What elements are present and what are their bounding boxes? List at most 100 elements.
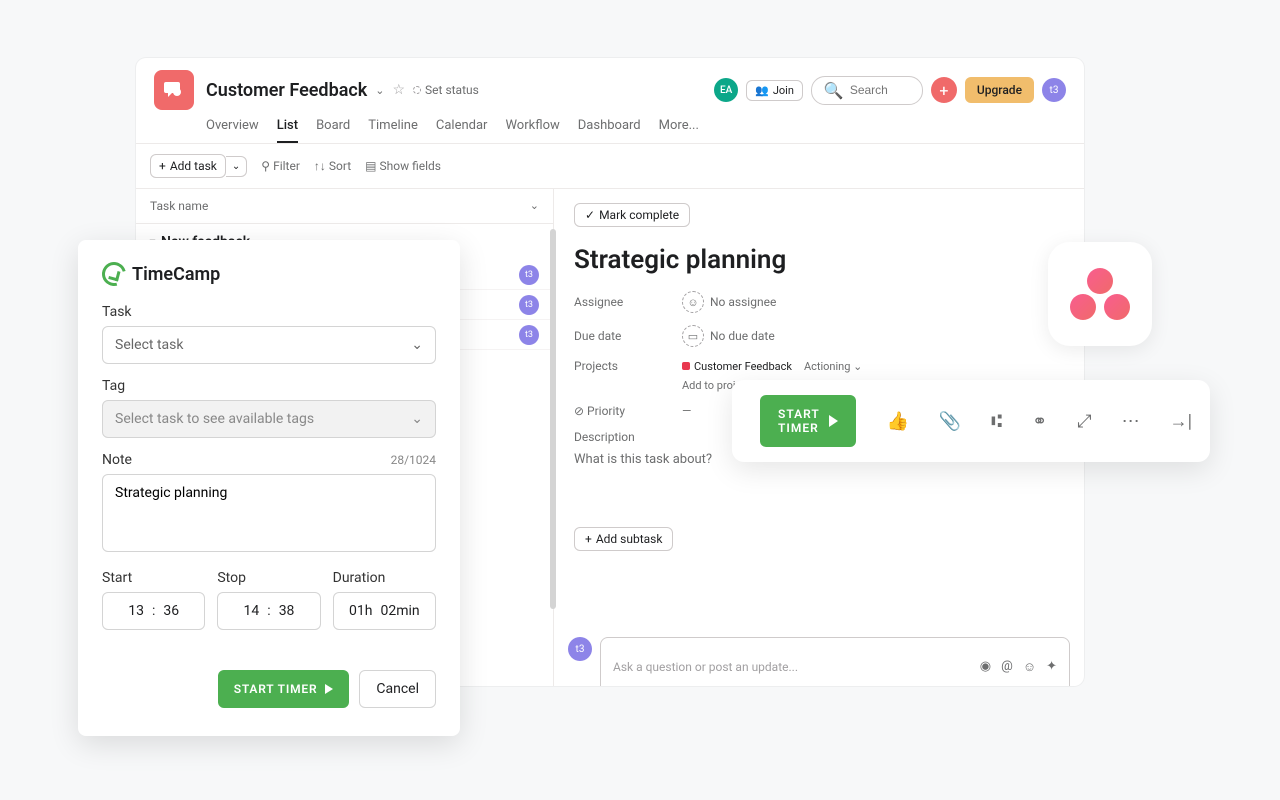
start-timer-button[interactable]: START TIMER xyxy=(760,395,856,447)
projects-label: Projects xyxy=(574,359,682,373)
add-task-chevron[interactable]: ⌄ xyxy=(226,156,247,177)
tab-board[interactable]: Board xyxy=(316,118,350,143)
project-section-select[interactable]: Actioning ⌄ xyxy=(804,360,862,373)
assignee-avatar: t3 xyxy=(519,295,539,315)
assignee-value[interactable]: ☺No assignee xyxy=(682,291,776,313)
priority-label-text: Priority xyxy=(587,404,625,418)
fullscreen-icon[interactable]: ⤢ xyxy=(1077,411,1091,432)
set-status-button[interactable]: Set status xyxy=(413,83,479,97)
popup-start-timer-button[interactable]: START TIMER xyxy=(218,670,350,708)
project-chip[interactable]: Customer Feedback xyxy=(682,360,792,373)
timecamp-logo-text: TimeCamp xyxy=(132,264,220,285)
avatar-self[interactable]: t3 xyxy=(1042,78,1066,102)
tab-workflow[interactable]: Workflow xyxy=(505,118,559,143)
assignee-avatar: t3 xyxy=(519,265,539,285)
upgrade-button[interactable]: Upgrade xyxy=(965,77,1034,103)
tab-overview[interactable]: Overview xyxy=(206,118,259,143)
star-icon[interactable]: ☆ xyxy=(392,82,405,98)
show-fields-button[interactable]: ▤ Show fields xyxy=(365,159,441,173)
stop-hour: 14 xyxy=(244,603,260,619)
project-icon xyxy=(154,70,194,110)
chevron-down-icon[interactable]: ⌄ xyxy=(375,84,384,97)
attachment-icon[interactable]: 📎 xyxy=(939,411,961,432)
timecamp-logo: TimeCamp xyxy=(102,262,436,286)
close-panel-icon[interactable]: →| xyxy=(1170,411,1192,432)
task-field-label: Task xyxy=(102,304,436,320)
tab-calendar[interactable]: Calendar xyxy=(436,118,488,143)
project-chip-label: Customer Feedback xyxy=(694,360,792,373)
tag-field-label: Tag xyxy=(102,378,436,394)
subtask-icon[interactable]: ⑆ xyxy=(991,411,1002,432)
set-status-label: Set status xyxy=(425,83,479,97)
comment-box[interactable]: Ask a question or post an update... ◉ @ … xyxy=(600,637,1070,686)
priority-value[interactable]: — xyxy=(682,404,691,418)
project-section-label: Actioning xyxy=(804,360,850,373)
tab-list[interactable]: List xyxy=(277,118,298,143)
show-fields-label: Show fields xyxy=(380,159,441,173)
tag-select-placeholder: Select task to see available tags xyxy=(115,411,314,427)
action-bar: START TIMER 👍 📎 ⑆ ⚭ ⤢ ⋯ →| xyxy=(732,380,1210,462)
comment-placeholder: Ask a question or post an update... xyxy=(613,660,798,674)
asana-logo-icon xyxy=(1070,268,1130,320)
add-task-button[interactable]: + Add task xyxy=(150,154,226,178)
search-icon: 🔍 xyxy=(824,81,844,100)
due-date-value[interactable]: ▭No due date xyxy=(682,325,775,347)
duration-display: 01h02min xyxy=(333,592,436,630)
popup-cancel-button[interactable]: Cancel xyxy=(359,670,436,708)
popup-start-timer-label: START TIMER xyxy=(234,682,318,696)
link-icon[interactable]: ⚭ xyxy=(1032,411,1047,432)
record-icon[interactable]: ◉ xyxy=(980,659,991,675)
tab-dashboard[interactable]: Dashboard xyxy=(578,118,641,143)
start-time-label: Start xyxy=(102,570,205,586)
project-title: Customer Feedback xyxy=(206,80,367,101)
note-counter: 28/1024 xyxy=(391,453,436,467)
task-select[interactable]: Select task ⌄ xyxy=(102,326,436,364)
search-input[interactable] xyxy=(850,83,920,97)
task-title[interactable]: Strategic planning xyxy=(574,245,1064,275)
start-min: 36 xyxy=(163,603,179,619)
play-icon xyxy=(325,684,333,694)
emoji-icon[interactable]: ☺ xyxy=(1023,659,1036,675)
join-button[interactable]: 👥Join xyxy=(746,80,803,101)
filter-button[interactable]: ⚲ Filter xyxy=(261,159,300,173)
global-add-button[interactable]: + xyxy=(931,77,957,103)
note-field-label: Note xyxy=(102,452,132,468)
task-select-placeholder: Select task xyxy=(115,337,183,353)
more-icon[interactable]: ⋯ xyxy=(1122,411,1140,432)
priority-label: ⊘ Priority xyxy=(574,404,682,418)
start-time-input[interactable]: 13:36 xyxy=(102,592,205,630)
tag-select[interactable]: Select task to see available tags ⌄ xyxy=(102,400,436,438)
chevron-down-icon: ⌄ xyxy=(411,337,423,353)
people-icon: 👥 xyxy=(755,84,769,97)
thumbs-up-icon[interactable]: 👍 xyxy=(886,411,908,432)
timecamp-popup: TimeCamp Task Select task ⌄ Tag Select t… xyxy=(78,240,460,736)
mark-complete-button[interactable]: ✓ Mark complete xyxy=(574,203,690,227)
add-subtask-label: Add subtask xyxy=(596,532,663,546)
assignee-avatar: t3 xyxy=(519,325,539,345)
duration-hour: 01h xyxy=(349,603,372,619)
timecamp-logo-icon xyxy=(98,258,131,291)
chevron-down-icon[interactable]: ⌄ xyxy=(530,199,539,213)
duration-label: Duration xyxy=(333,570,436,586)
at-icon[interactable]: @ xyxy=(1001,659,1013,675)
add-subtask-button[interactable]: + Add subtask xyxy=(574,527,673,551)
tab-timeline[interactable]: Timeline xyxy=(368,118,418,143)
play-icon xyxy=(829,415,838,427)
search-box[interactable]: 🔍 xyxy=(811,76,923,105)
tab-more[interactable]: More... xyxy=(659,118,699,143)
asana-logo-card xyxy=(1048,242,1152,346)
sort-button[interactable]: ↑↓ Sort xyxy=(314,159,351,173)
stop-time-label: Stop xyxy=(217,570,320,586)
filter-label: Filter xyxy=(273,159,300,173)
start-timer-label: START TIMER xyxy=(778,407,819,435)
note-textarea[interactable] xyxy=(102,474,436,552)
tabs: Overview List Board Timeline Calendar Wo… xyxy=(136,110,1084,144)
sort-label: Sort xyxy=(329,159,351,173)
due-date-label: Due date xyxy=(574,329,682,343)
assignee-label: Assignee xyxy=(574,295,682,309)
avatar-ea[interactable]: EA xyxy=(714,78,738,102)
star-icon[interactable]: ✦ xyxy=(1046,659,1057,675)
status-dot-icon xyxy=(413,86,421,94)
stop-time-input[interactable]: 14:38 xyxy=(217,592,320,630)
person-icon: ☺ xyxy=(682,291,704,313)
